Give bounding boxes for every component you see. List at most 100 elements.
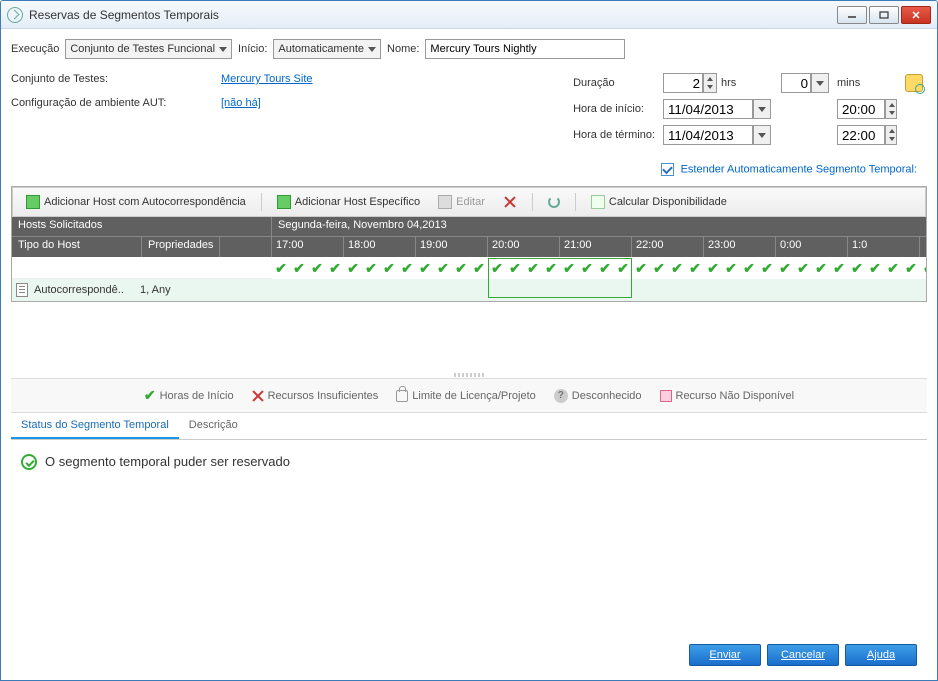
delete-host-button[interactable] <box>496 192 524 212</box>
timeslot-cell[interactable] <box>848 279 866 301</box>
testset-link[interactable]: Mercury Tours Site <box>221 73 313 85</box>
tab-description[interactable]: Descrição <box>179 413 248 439</box>
timeslot-cell[interactable] <box>884 279 902 301</box>
cancel-button[interactable]: Cancelar <box>767 644 839 666</box>
timeslot-cell[interactable] <box>686 279 704 301</box>
timeslot-cell[interactable]: ✔ <box>416 257 434 279</box>
timeslot-cell[interactable] <box>362 279 380 301</box>
timeslot-cell[interactable]: ✔ <box>776 257 794 279</box>
timeslot-cell[interactable]: ✔ <box>290 257 308 279</box>
help-button[interactable]: Ajuda <box>845 644 917 666</box>
splitter[interactable] <box>11 372 927 378</box>
add-specific-host-button[interactable]: Adicionar Host Específico <box>270 192 427 212</box>
timeslot-cell[interactable]: ✔ <box>326 257 344 279</box>
timeslot-cell[interactable]: ✔ <box>380 257 398 279</box>
submit-button[interactable]: Enviar <box>689 644 761 666</box>
timeslot-cell[interactable] <box>524 279 542 301</box>
timeslot-cell[interactable]: ✔ <box>704 257 722 279</box>
timeslot-cell[interactable] <box>902 279 920 301</box>
timeslot-cell[interactable]: ✔ <box>902 257 920 279</box>
timeslot-cell[interactable] <box>380 279 398 301</box>
timeslot-cell[interactable]: ✔ <box>614 257 632 279</box>
timeslot-cell[interactable]: ✔ <box>686 257 704 279</box>
env-config-link[interactable]: [não há] <box>221 97 261 109</box>
timeslot-cell[interactable]: ✔ <box>308 257 326 279</box>
tab-status[interactable]: Status do Segmento Temporal <box>11 413 179 439</box>
timeslot-cell[interactable]: ✔ <box>524 257 542 279</box>
timeslot-cell[interactable] <box>740 279 758 301</box>
start-time-input[interactable] <box>837 99 885 119</box>
execution-select[interactable]: Conjunto de Testes Funcional <box>65 39 232 59</box>
timeslot-cell[interactable] <box>866 279 884 301</box>
timeslot-cell[interactable] <box>758 279 776 301</box>
timeslot-cell[interactable] <box>542 279 560 301</box>
timeslot-cell[interactable]: ✔ <box>470 257 488 279</box>
timeslot-cell[interactable]: ✔ <box>848 257 866 279</box>
timeslot-cell[interactable] <box>326 279 344 301</box>
timeslot-cell[interactable]: ✔ <box>506 257 524 279</box>
timeslot-cell[interactable] <box>668 279 686 301</box>
timeslot-cell[interactable] <box>812 279 830 301</box>
timeslot-cell[interactable]: ✔ <box>560 257 578 279</box>
timeslot-cell[interactable] <box>488 279 506 301</box>
end-time-spinner[interactable] <box>885 125 897 145</box>
refresh-button[interactable] <box>541 193 567 211</box>
start-mode-select[interactable]: Automaticamente <box>273 39 381 59</box>
timeslot-cell[interactable] <box>578 279 596 301</box>
timeslot-cell[interactable]: ✔ <box>758 257 776 279</box>
timeslot-cell[interactable]: ✔ <box>650 257 668 279</box>
timeslot-cell[interactable] <box>344 279 362 301</box>
timeslot-cell[interactable]: ✔ <box>362 257 380 279</box>
timeslot-cell[interactable] <box>632 279 650 301</box>
timeslot-cell[interactable]: ✔ <box>596 257 614 279</box>
timeslot-cell[interactable]: ✔ <box>722 257 740 279</box>
timeslot-cell[interactable] <box>920 279 926 301</box>
timeslot-cell[interactable]: ✔ <box>794 257 812 279</box>
timeslot-cell[interactable] <box>794 279 812 301</box>
timeslot-cell[interactable]: ✔ <box>920 257 926 279</box>
timeslot-cell[interactable]: ✔ <box>812 257 830 279</box>
timeslot-cell[interactable] <box>470 279 488 301</box>
timeslot-cell[interactable]: ✔ <box>272 257 290 279</box>
close-button[interactable] <box>901 6 931 24</box>
mins-dropdown[interactable] <box>811 73 829 93</box>
timeslot-cell[interactable]: ✔ <box>488 257 506 279</box>
timeslot-cell[interactable]: ✔ <box>866 257 884 279</box>
end-time-input[interactable] <box>837 125 885 145</box>
hours-spinner[interactable] <box>703 73 717 93</box>
timeslot-cell[interactable]: ✔ <box>740 257 758 279</box>
timeslot-cell[interactable] <box>830 279 848 301</box>
start-date-input[interactable] <box>663 99 753 119</box>
auto-extend-checkbox[interactable] <box>661 163 674 176</box>
duration-mins-input[interactable] <box>781 73 811 93</box>
timeslot-cell[interactable]: ✔ <box>344 257 362 279</box>
minimize-button[interactable] <box>837 6 867 24</box>
timeslot-cell[interactable] <box>308 279 326 301</box>
timeslot-cell[interactable] <box>398 279 416 301</box>
end-date-input[interactable] <box>663 125 753 145</box>
timeslot-cell[interactable] <box>290 279 308 301</box>
timeslot-cell[interactable]: ✔ <box>830 257 848 279</box>
start-date-dropdown[interactable] <box>753 99 771 119</box>
timeslot-cell[interactable] <box>596 279 614 301</box>
add-automatch-host-button[interactable]: Adicionar Host com Autocorrespondência <box>19 192 253 212</box>
timeslot-cell[interactable] <box>272 279 290 301</box>
timeslot-cell[interactable]: ✔ <box>632 257 650 279</box>
duration-hours-input[interactable] <box>663 73 703 93</box>
timeslot-cell[interactable]: ✔ <box>578 257 596 279</box>
timeslot-cell[interactable] <box>776 279 794 301</box>
timeslot-cell[interactable] <box>722 279 740 301</box>
timeslot-cell[interactable] <box>614 279 632 301</box>
calc-availability-button[interactable]: Calcular Disponibilidade <box>584 192 734 212</box>
timeslot-cell[interactable] <box>506 279 524 301</box>
timeslot-cell[interactable]: ✔ <box>398 257 416 279</box>
name-input[interactable] <box>425 39 625 59</box>
timeslot-cell[interactable] <box>416 279 434 301</box>
timeslot-cell[interactable]: ✔ <box>542 257 560 279</box>
timeslot-cell[interactable] <box>650 279 668 301</box>
timeslot-cell[interactable]: ✔ <box>452 257 470 279</box>
timeslot-cell[interactable] <box>560 279 578 301</box>
maximize-button[interactable] <box>869 6 899 24</box>
end-date-dropdown[interactable] <box>753 125 771 145</box>
timeslot-cell[interactable]: ✔ <box>884 257 902 279</box>
